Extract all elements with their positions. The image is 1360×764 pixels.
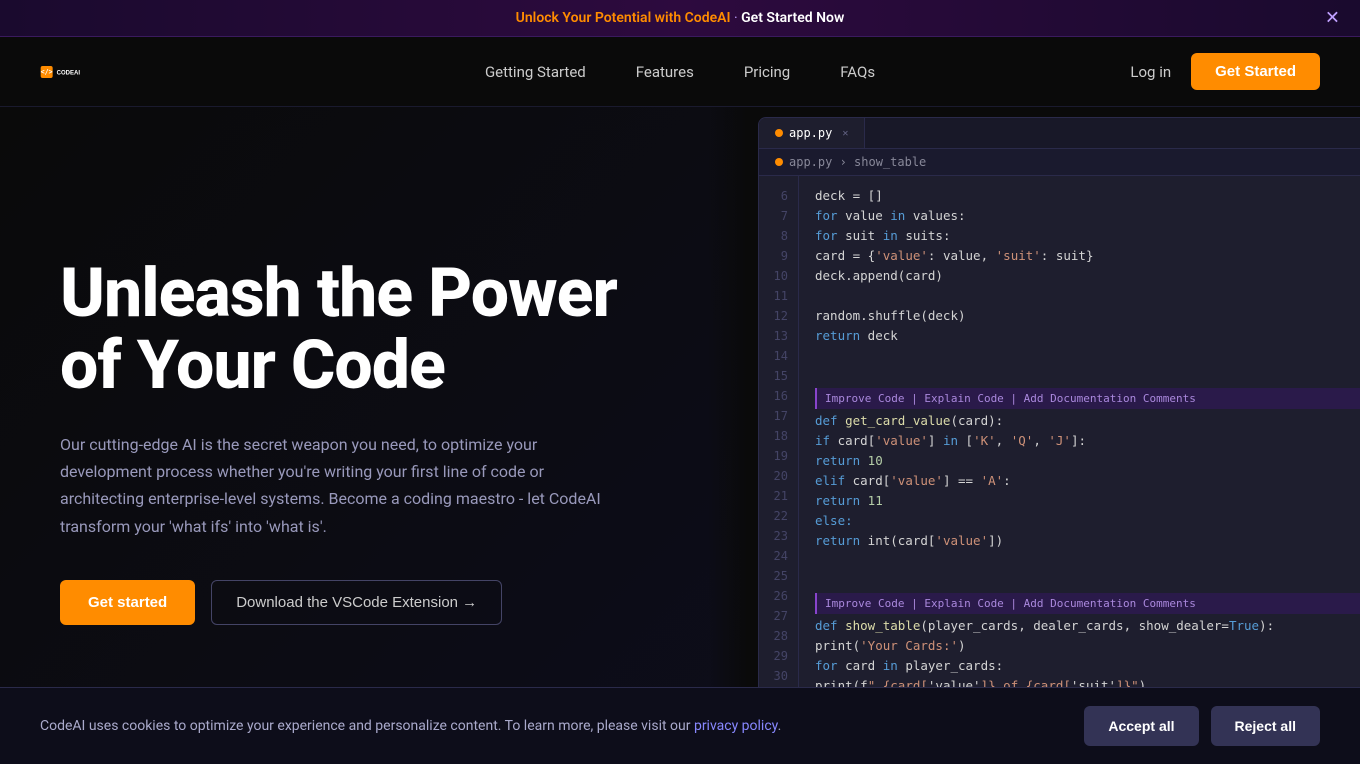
editor-breadcrumb: app.py › show_table	[759, 149, 1360, 176]
tab-close-icon[interactable]: ✕	[842, 128, 848, 139]
hero-title-line1: Unleash the Power	[60, 253, 617, 333]
cookie-buttons: Accept all Reject all	[1084, 706, 1320, 746]
breadcrumb-dot-icon	[775, 158, 783, 166]
banner-link[interactable]: Unlock Your Potential with CodeAI	[516, 10, 731, 26]
code-line: for card in player_cards:	[815, 656, 1360, 676]
nav-link-pricing[interactable]: Pricing	[744, 63, 790, 81]
code-line: deck = []	[815, 186, 1360, 206]
line-num: 9	[759, 246, 798, 266]
code-line: return deck	[815, 326, 1360, 346]
cookie-text-before: CodeAI uses cookies to optimize your exp…	[40, 718, 694, 734]
line-num: 7	[759, 206, 798, 226]
cookie-text: CodeAI uses cookies to optimize your exp…	[40, 718, 1054, 734]
hero-right: app.py ✕ app.py › show_table 6 7 8 9 10 …	[748, 107, 1360, 756]
code-line: random.shuffle(deck)	[815, 306, 1360, 326]
line-numbers: 6 7 8 9 10 11 12 13 14 15 16 17 18 19 20…	[759, 176, 799, 756]
nav-get-started-button[interactable]: Get Started	[1191, 53, 1320, 90]
cookie-privacy-link[interactable]: privacy policy	[694, 718, 778, 734]
code-content: deck = [] for value in values: for suit …	[799, 176, 1360, 756]
line-num: 19	[759, 446, 798, 466]
cookie-text-end: .	[778, 718, 782, 734]
accept-all-button[interactable]: Accept all	[1084, 706, 1198, 746]
line-num: 20	[759, 466, 798, 486]
tab-label: app.py	[789, 126, 832, 140]
get-started-button[interactable]: Get started	[60, 580, 195, 625]
top-banner: Unlock Your Potential with CodeAI · Get …	[0, 0, 1360, 37]
nav-link-features[interactable]: Features	[636, 63, 694, 81]
editor-body: 6 7 8 9 10 11 12 13 14 15 16 17 18 19 20…	[759, 176, 1360, 756]
line-num: 12	[759, 306, 798, 326]
nav-actions: Log in Get Started	[1130, 53, 1320, 90]
line-num: 13	[759, 326, 798, 346]
download-extension-button[interactable]: Download the VSCode Extension →	[211, 580, 502, 625]
banner-close-button[interactable]: ✕	[1325, 8, 1340, 29]
code-line: if card['value'] in ['K', 'Q', 'J']:	[815, 431, 1360, 451]
breadcrumb-text: app.py › show_table	[789, 155, 926, 169]
line-num: 22	[759, 506, 798, 526]
code-line: return 11	[815, 491, 1360, 511]
ai-suggestion-1[interactable]: Improve Code | Explain Code | Add Docume…	[815, 388, 1360, 409]
nav-link-faqs[interactable]: FAQs	[840, 63, 875, 81]
line-num: 18	[759, 426, 798, 446]
hero-buttons: Get started Download the VSCode Extensio…	[60, 580, 688, 625]
hero-title-line2: of Your Code	[60, 325, 445, 405]
reject-all-button[interactable]: Reject all	[1211, 706, 1320, 746]
tab-dot-icon	[775, 129, 783, 137]
nav-link-getting-started[interactable]: Getting Started	[485, 63, 586, 81]
line-num: 25	[759, 566, 798, 586]
code-editor: app.py ✕ app.py › show_table 6 7 8 9 10 …	[758, 117, 1360, 756]
line-num: 29	[759, 646, 798, 666]
nav-login-link[interactable]: Log in	[1130, 63, 1171, 81]
line-num: 16	[759, 386, 798, 406]
code-line: for value in values:	[815, 206, 1360, 226]
code-line: else:	[815, 511, 1360, 531]
svg-text:CODEAI: CODEAI	[57, 70, 80, 76]
line-num: 15	[759, 366, 798, 386]
line-num: 23	[759, 526, 798, 546]
editor-tabs: app.py ✕	[759, 118, 1360, 149]
cookie-banner: CodeAI uses cookies to optimize your exp…	[0, 687, 1360, 764]
svg-text:</>: </>	[41, 68, 53, 76]
logo[interactable]: </> CODEAI	[40, 52, 80, 92]
editor-tab-app-py[interactable]: app.py ✕	[759, 118, 865, 148]
line-num: 17	[759, 406, 798, 426]
code-line: elif card['value'] == 'A':	[815, 471, 1360, 491]
line-num: 24	[759, 546, 798, 566]
main-content: Unleash the Power of Your Code Our cutti…	[0, 107, 1360, 756]
code-line: print('Your Cards:')	[815, 636, 1360, 656]
hero-title: Unleash the Power of Your Code	[60, 258, 688, 401]
line-num: 26	[759, 586, 798, 606]
banner-text: Unlock Your Potential with CodeAI · Get …	[516, 10, 845, 26]
line-num: 30	[759, 666, 798, 686]
logo-icon: </> CODEAI	[40, 52, 80, 92]
line-num: 10	[759, 266, 798, 286]
line-num: 28	[759, 626, 798, 646]
code-line: return int(card['value'])	[815, 531, 1360, 551]
nav-links: Getting Started Features Pricing FAQs	[485, 63, 875, 81]
hero-description: Our cutting-edge AI is the secret weapon…	[60, 431, 620, 540]
line-num: 6	[759, 186, 798, 206]
line-num: 27	[759, 606, 798, 626]
hero-left: Unleash the Power of Your Code Our cutti…	[0, 107, 748, 756]
code-line: card = {'value': value, 'suit': suit}	[815, 246, 1360, 266]
line-num: 14	[759, 346, 798, 366]
code-line: def get_card_value(card):	[815, 411, 1360, 431]
ai-suggestion-2[interactable]: Improve Code | Explain Code | Add Docume…	[815, 593, 1360, 614]
line-num: 21	[759, 486, 798, 506]
code-line	[815, 346, 1360, 366]
line-num: 8	[759, 226, 798, 246]
banner-cta[interactable]: Get Started Now	[741, 10, 844, 26]
code-line	[815, 571, 1360, 591]
code-line	[815, 551, 1360, 571]
code-line: return 10	[815, 451, 1360, 471]
line-num: 11	[759, 286, 798, 306]
code-line	[815, 366, 1360, 386]
code-line: for suit in suits:	[815, 226, 1360, 246]
code-line: def show_table(player_cards, dealer_card…	[815, 616, 1360, 636]
code-line	[815, 286, 1360, 306]
code-line: deck.append(card)	[815, 266, 1360, 286]
navbar: </> CODEAI Getting Started Features Pric…	[0, 37, 1360, 107]
